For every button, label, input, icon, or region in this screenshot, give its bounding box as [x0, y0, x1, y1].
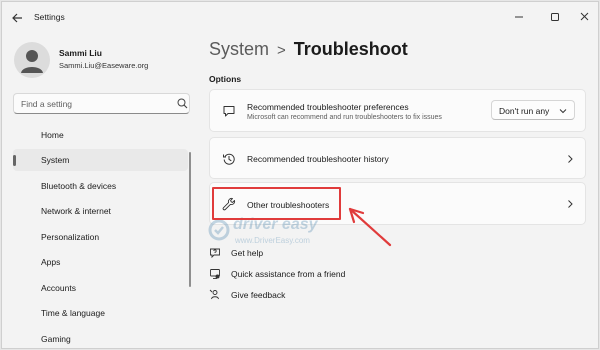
sidebar-item-label: Apps [41, 257, 61, 267]
close-button[interactable] [572, 8, 598, 26]
card-title: Recommended troubleshooter history [247, 154, 389, 164]
sidebar-item-label: Time & language [41, 308, 105, 318]
page-title: Troubleshoot [293, 39, 408, 59]
sidebar-item-label: Bluetooth & devices [41, 181, 117, 191]
help-link-label: Give feedback [231, 290, 286, 300]
card-title: Recommended troubleshooter preferences [247, 102, 409, 112]
chevron-down-icon [559, 109, 567, 114]
search-input[interactable] [21, 96, 171, 112]
title-bar: Settings [2, 2, 598, 34]
sidebar-item-home[interactable]: Home [13, 124, 188, 146]
card-troubleshooter-history[interactable]: Recommended troubleshooter history [209, 137, 586, 179]
card-subtitle: Microsoft can recommend and run troubles… [247, 114, 442, 121]
section-label-options: Options [209, 74, 242, 84]
breadcrumb-parent[interactable]: System [209, 39, 269, 59]
card-troubleshooter-preferences: Recommended troubleshooter preferences M… [209, 89, 586, 132]
maximize-button[interactable] [542, 8, 568, 26]
dropdown-selected-value: Don't run any [499, 106, 550, 116]
user-avatar-icon [21, 50, 43, 73]
breadcrumb-separator: > [277, 42, 286, 59]
sidebar-item-label: Personalization [41, 232, 100, 242]
search-box[interactable] [13, 93, 190, 114]
settings-window: Settings Sammi Liu Sammi.Liu@Easeware.or… [1, 1, 599, 349]
sidebar-item-apps[interactable]: Apps [13, 251, 188, 273]
sidebar-item-label: Home [41, 130, 64, 140]
feedback-icon [209, 289, 219, 300]
sidebar-item-gaming[interactable]: Gaming [13, 328, 188, 348]
back-button[interactable] [8, 9, 28, 27]
user-name: Sammi Liu [59, 48, 102, 58]
sidebar-scrollbar[interactable] [189, 152, 191, 287]
card-title: Other troubleshooters [247, 200, 330, 210]
sidebar-item-time-language[interactable]: Time & language [13, 302, 188, 324]
sidebar-item-personalization[interactable]: Personalization [13, 226, 188, 248]
help-link-label: Quick assistance from a friend [231, 269, 346, 279]
back-arrow-icon [12, 13, 22, 23]
sidebar-item-label: Gaming [41, 334, 71, 344]
card-other-troubleshooters[interactable]: Other troubleshooters [209, 182, 586, 225]
minimize-icon [515, 16, 523, 18]
sidebar-item-label: Accounts [41, 283, 76, 293]
close-icon [580, 12, 589, 21]
history-icon [223, 153, 235, 165]
active-indicator [13, 155, 16, 166]
wrench-icon [222, 197, 236, 211]
sidebar-item-bluetooth-devices[interactable]: Bluetooth & devices [13, 175, 188, 197]
chevron-right-icon [568, 200, 573, 208]
help-icon [210, 248, 220, 259]
chat-bubble-icon [223, 106, 235, 117]
chevron-right-icon [568, 155, 573, 163]
sidebar-item-accounts[interactable]: Accounts [13, 277, 188, 299]
remote-assist-icon [210, 269, 220, 279]
window-title: Settings [34, 12, 65, 22]
sidebar-item-system[interactable]: System [13, 149, 188, 171]
sidebar-item-label: System [41, 155, 70, 165]
search-icon[interactable] [177, 98, 188, 109]
troubleshooter-preference-dropdown[interactable]: Don't run any [491, 100, 575, 120]
watermark-url: www.DriverEasy.com [235, 236, 310, 245]
avatar[interactable] [14, 42, 50, 78]
help-link-label: Get help [231, 248, 264, 258]
sidebar-item-label: Network & internet [41, 206, 111, 216]
maximize-icon [551, 13, 559, 21]
breadcrumb: System > Troubleshoot [209, 39, 408, 60]
minimize-button[interactable] [506, 8, 532, 26]
sidebar-item-network-internet[interactable]: Network & internet [13, 200, 188, 222]
user-email: Sammi.Liu@Easeware.org [59, 61, 149, 70]
